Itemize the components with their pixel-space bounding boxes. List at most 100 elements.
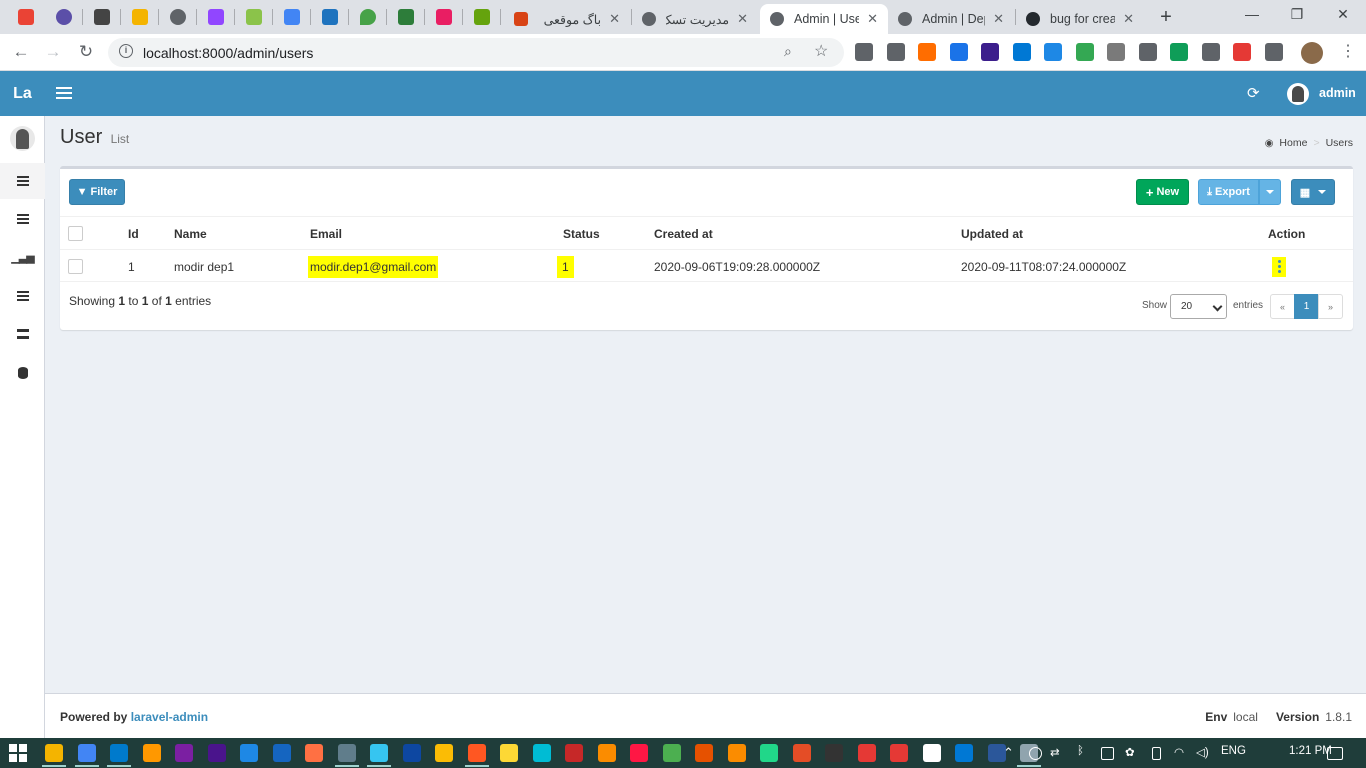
breadcrumb-home[interactable]: Home	[1279, 137, 1307, 149]
site-info-icon[interactable]: i	[119, 44, 133, 58]
taskbar-app-icon[interactable]	[272, 744, 291, 762]
tab-task-management[interactable]: مدیریت تسک ✕	[632, 4, 758, 34]
bluetooth-icon[interactable]: ᛒ	[1077, 745, 1084, 757]
close-icon[interactable]: ✕	[1123, 11, 1134, 27]
pinned-tab-bootstrap[interactable]	[314, 4, 346, 30]
extension-icon[interactable]	[1138, 43, 1157, 61]
close-icon[interactable]: ✕	[609, 11, 620, 27]
cortana-icon[interactable]	[1029, 747, 1042, 760]
refresh-icon[interactable]: ⟳	[1247, 84, 1260, 102]
pinned-tab-gmail[interactable]	[10, 4, 42, 30]
sidebar-item-tasks[interactable]	[0, 316, 45, 352]
column-header-id[interactable]: Id	[128, 217, 139, 250]
taskbar-app-icon[interactable]	[532, 744, 551, 762]
pagination-next[interactable]: »	[1318, 294, 1343, 319]
close-icon[interactable]: ✕	[737, 11, 748, 27]
new-tab-button[interactable]: +	[1155, 6, 1177, 29]
pinned-tab-11[interactable]	[428, 4, 460, 30]
forward-button[interactable]: →	[42, 42, 64, 62]
minimize-button[interactable]: —	[1242, 6, 1262, 22]
pinned-tab-6[interactable]	[238, 4, 270, 30]
taskbar-app-icon[interactable]	[207, 744, 226, 762]
sync-icon[interactable]: ⇄	[1050, 745, 1060, 759]
extension-icon[interactable]	[886, 43, 905, 61]
pinned-tab-mongodb[interactable]	[352, 4, 384, 30]
export-button[interactable]: ⤓ Export	[1198, 179, 1259, 205]
windows-start-icon[interactable]	[9, 744, 27, 762]
taskbar-app-icon[interactable]	[305, 744, 323, 762]
taskbar-app-icon[interactable]	[695, 744, 713, 762]
taskbar-app-icon[interactable]	[500, 744, 518, 762]
clock[interactable]: 1:21 PM	[1289, 745, 1332, 757]
taskbar-app-icon[interactable]	[110, 744, 128, 762]
new-button[interactable]: + New	[1136, 179, 1189, 205]
pagination-prev[interactable]: «	[1270, 294, 1295, 319]
display-icon[interactable]	[1101, 747, 1114, 760]
column-header-created-at[interactable]: Created at	[654, 217, 713, 250]
extension-icon[interactable]	[1201, 43, 1220, 61]
extension-icon[interactable]	[1044, 43, 1062, 61]
taskbar-app-icon[interactable]	[175, 744, 193, 762]
notifications-icon[interactable]	[1327, 747, 1343, 760]
pagination-page-current[interactable]: 1	[1294, 294, 1319, 319]
taskbar-app-icon[interactable]	[955, 744, 973, 762]
reload-button[interactable]: ↻	[75, 42, 97, 62]
pinned-tab-10[interactable]	[390, 4, 422, 30]
tab-admin-users[interactable]: Admin | Users ✕	[760, 4, 888, 34]
user-avatar[interactable]	[1287, 83, 1309, 105]
taskbar-app-icon[interactable]	[402, 744, 421, 762]
extension-icon[interactable]	[1170, 43, 1188, 61]
extension-icon[interactable]	[855, 43, 873, 61]
settings-gear-icon[interactable]: ✿	[1125, 745, 1135, 759]
restore-button[interactable]: ❐	[1287, 6, 1307, 23]
taskbar-app-icon[interactable]	[597, 744, 616, 762]
sidebar-item-list[interactable]	[0, 201, 45, 237]
close-window-button[interactable]: ✕	[1333, 6, 1353, 23]
extension-icon[interactable]	[981, 43, 999, 61]
bookmark-star-icon[interactable]: ☆	[814, 41, 828, 61]
taskbar-app-icon[interactable]	[922, 744, 941, 762]
tab-github-bug[interactable]: bug for crea ✕	[1016, 4, 1144, 34]
omnibox[interactable]: i localhost:8000/admin/users ⌕ ☆	[108, 38, 844, 67]
sidebar-item-menu[interactable]	[0, 278, 45, 314]
header-user-name[interactable]: admin	[1319, 86, 1356, 100]
row-checkbox[interactable]	[68, 259, 83, 274]
column-header-name[interactable]: Name	[174, 217, 207, 250]
pinned-tab-twitch[interactable]	[200, 4, 232, 30]
profile-avatar[interactable]	[1301, 42, 1323, 64]
extension-icon[interactable]	[918, 43, 936, 61]
per-page-select[interactable]: 20	[1170, 294, 1227, 319]
close-icon[interactable]: ✕	[993, 11, 1004, 27]
pinned-tab-docs[interactable]	[276, 4, 308, 30]
sidebar-toggle-icon[interactable]	[56, 84, 72, 102]
pinned-tab-music[interactable]	[466, 4, 498, 30]
column-selector-button[interactable]: ▦	[1291, 179, 1335, 205]
pinned-tab-keep[interactable]	[124, 4, 156, 30]
extension-icon[interactable]	[1107, 43, 1125, 61]
extension-icon[interactable]	[1012, 43, 1031, 61]
language-indicator[interactable]: ENG	[1221, 745, 1246, 757]
browser-menu-icon[interactable]: ⋮	[1338, 41, 1358, 61]
export-dropdown-toggle[interactable]	[1259, 179, 1281, 205]
sidebar-item-database[interactable]	[0, 355, 45, 391]
column-header-status[interactable]: Status	[563, 217, 600, 250]
extension-icon[interactable]	[1264, 43, 1283, 61]
taskbar-app-icon[interactable]	[45, 744, 63, 762]
volume-icon[interactable]: ◁)	[1196, 745, 1209, 759]
url-text[interactable]: localhost:8000/admin/users	[143, 45, 313, 61]
taskbar-app-icon[interactable]	[142, 744, 161, 762]
taskbar-app-icon[interactable]	[760, 744, 778, 762]
taskbar-app-icon[interactable]	[792, 744, 811, 762]
tab-admin-dep[interactable]: Admin | Dep ✕	[888, 4, 1014, 34]
close-icon[interactable]: ✕	[867, 11, 878, 27]
tray-chevron-icon[interactable]: ⌃	[1003, 745, 1014, 761]
extension-icon[interactable]	[1233, 43, 1251, 61]
pinned-tab-2[interactable]	[48, 4, 80, 30]
column-header-email[interactable]: Email	[310, 217, 342, 250]
column-header-updated-at[interactable]: Updated at	[961, 217, 1023, 250]
laravel-admin-link[interactable]: laravel-admin	[131, 710, 208, 724]
taskbar-app-icon[interactable]	[857, 744, 876, 762]
taskbar-app-icon[interactable]	[565, 744, 583, 762]
taskbar-app-icon[interactable]	[727, 744, 746, 762]
row-actions-icon[interactable]	[1272, 256, 1286, 277]
